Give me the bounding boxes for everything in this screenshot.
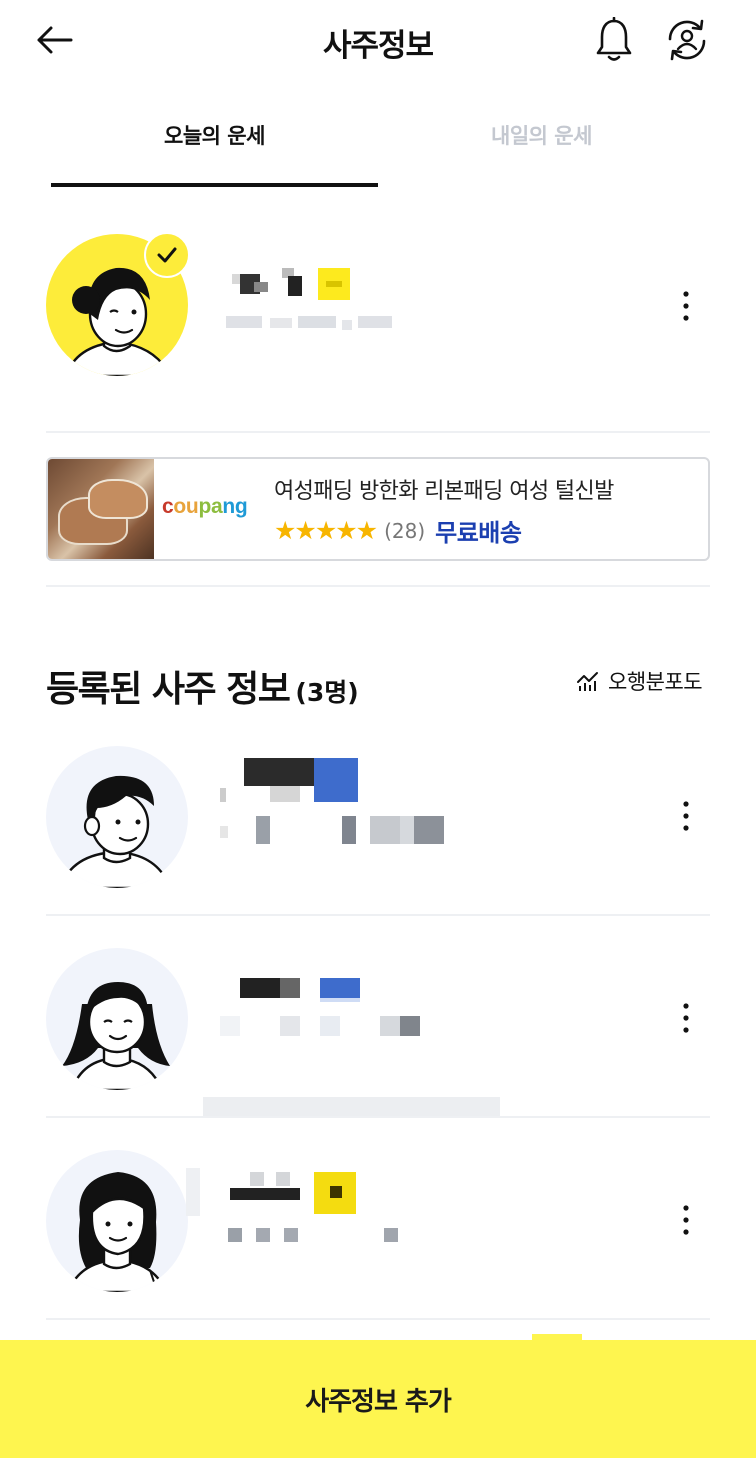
redacted-strip xyxy=(203,1097,500,1117)
ad-product-title: 여성패딩 방한화 리본패딩 여성 털신발 xyxy=(274,479,614,504)
woman-long-hair-illustration xyxy=(66,1172,168,1292)
person-birth-redacted xyxy=(220,816,450,844)
profile-switch-icon xyxy=(668,19,706,61)
more-vertical-icon xyxy=(683,291,689,321)
more-options-button[interactable] xyxy=(668,1190,704,1250)
saju-list-item[interactable] xyxy=(46,744,710,892)
person-name-redacted xyxy=(220,758,360,802)
distribution-link-label: 오행분포도 xyxy=(608,670,703,694)
app-header: 사주정보 xyxy=(0,0,756,84)
person-name-redacted xyxy=(186,1168,366,1216)
switch-profile-button[interactable] xyxy=(660,14,714,66)
ad-meta-row: ★★★★★ (28) 무료배송 xyxy=(274,513,522,548)
divider xyxy=(46,1116,710,1118)
checkmark-icon xyxy=(157,247,177,263)
person-birth-redacted xyxy=(228,1228,408,1244)
man-illustration xyxy=(58,775,172,888)
bell-icon xyxy=(596,17,632,61)
more-vertical-icon xyxy=(683,1205,689,1235)
add-saju-button[interactable]: 사주정보 추가 xyxy=(0,1340,756,1458)
avatar xyxy=(46,1150,188,1292)
registered-count: (3명) xyxy=(295,678,359,707)
divider xyxy=(46,914,710,916)
tab-tomorrow-fortune[interactable]: 내일의 운세 xyxy=(378,120,705,150)
fortune-tabs: 오늘의 운세 내일의 운세 xyxy=(0,100,756,190)
more-options-button[interactable] xyxy=(668,786,704,846)
more-vertical-icon xyxy=(683,1003,689,1033)
free-shipping-label: 무료배송 xyxy=(435,519,522,547)
product-image xyxy=(48,459,154,559)
more-options-button[interactable] xyxy=(668,276,704,336)
more-vertical-icon xyxy=(683,801,689,831)
main-profile-card[interactable] xyxy=(46,232,710,380)
selected-check-badge xyxy=(144,232,190,278)
chart-icon xyxy=(577,672,598,691)
notification-button[interactable] xyxy=(588,14,640,66)
coupang-logo: coupang xyxy=(162,495,248,518)
profile-name-redacted xyxy=(232,268,350,300)
page-title: 사주정보 xyxy=(322,28,434,64)
avatar xyxy=(46,746,188,888)
person-birth-redacted xyxy=(220,1016,430,1038)
woman-illustration xyxy=(62,982,170,1090)
person-name-redacted xyxy=(220,978,370,1002)
divider xyxy=(46,1318,710,1320)
active-tab-indicator xyxy=(51,183,378,187)
avatar xyxy=(46,948,188,1090)
divider xyxy=(46,585,710,587)
saju-list-item[interactable] xyxy=(46,1148,710,1296)
review-count: (28) xyxy=(384,518,426,543)
section-title: 등록된 사주 정보 xyxy=(46,669,291,710)
five-elements-distribution-link[interactable]: 오행분포도 xyxy=(576,666,703,696)
profile-birth-redacted xyxy=(226,316,396,330)
rating-stars: ★★★★★ xyxy=(274,516,378,545)
saju-list-item[interactable] xyxy=(46,946,710,1094)
coupang-ad-banner[interactable]: coupang 여성패딩 방한화 리본패딩 여성 털신발 ★★★★★ (28) … xyxy=(46,457,710,561)
tab-today-fortune[interactable]: 오늘의 운세 xyxy=(51,120,378,150)
more-options-button[interactable] xyxy=(668,988,704,1048)
divider xyxy=(46,431,710,433)
add-saju-button-label: 사주정보 추가 xyxy=(305,1386,452,1417)
registered-saju-heading: 등록된 사주 정보 (3명) xyxy=(46,660,359,712)
